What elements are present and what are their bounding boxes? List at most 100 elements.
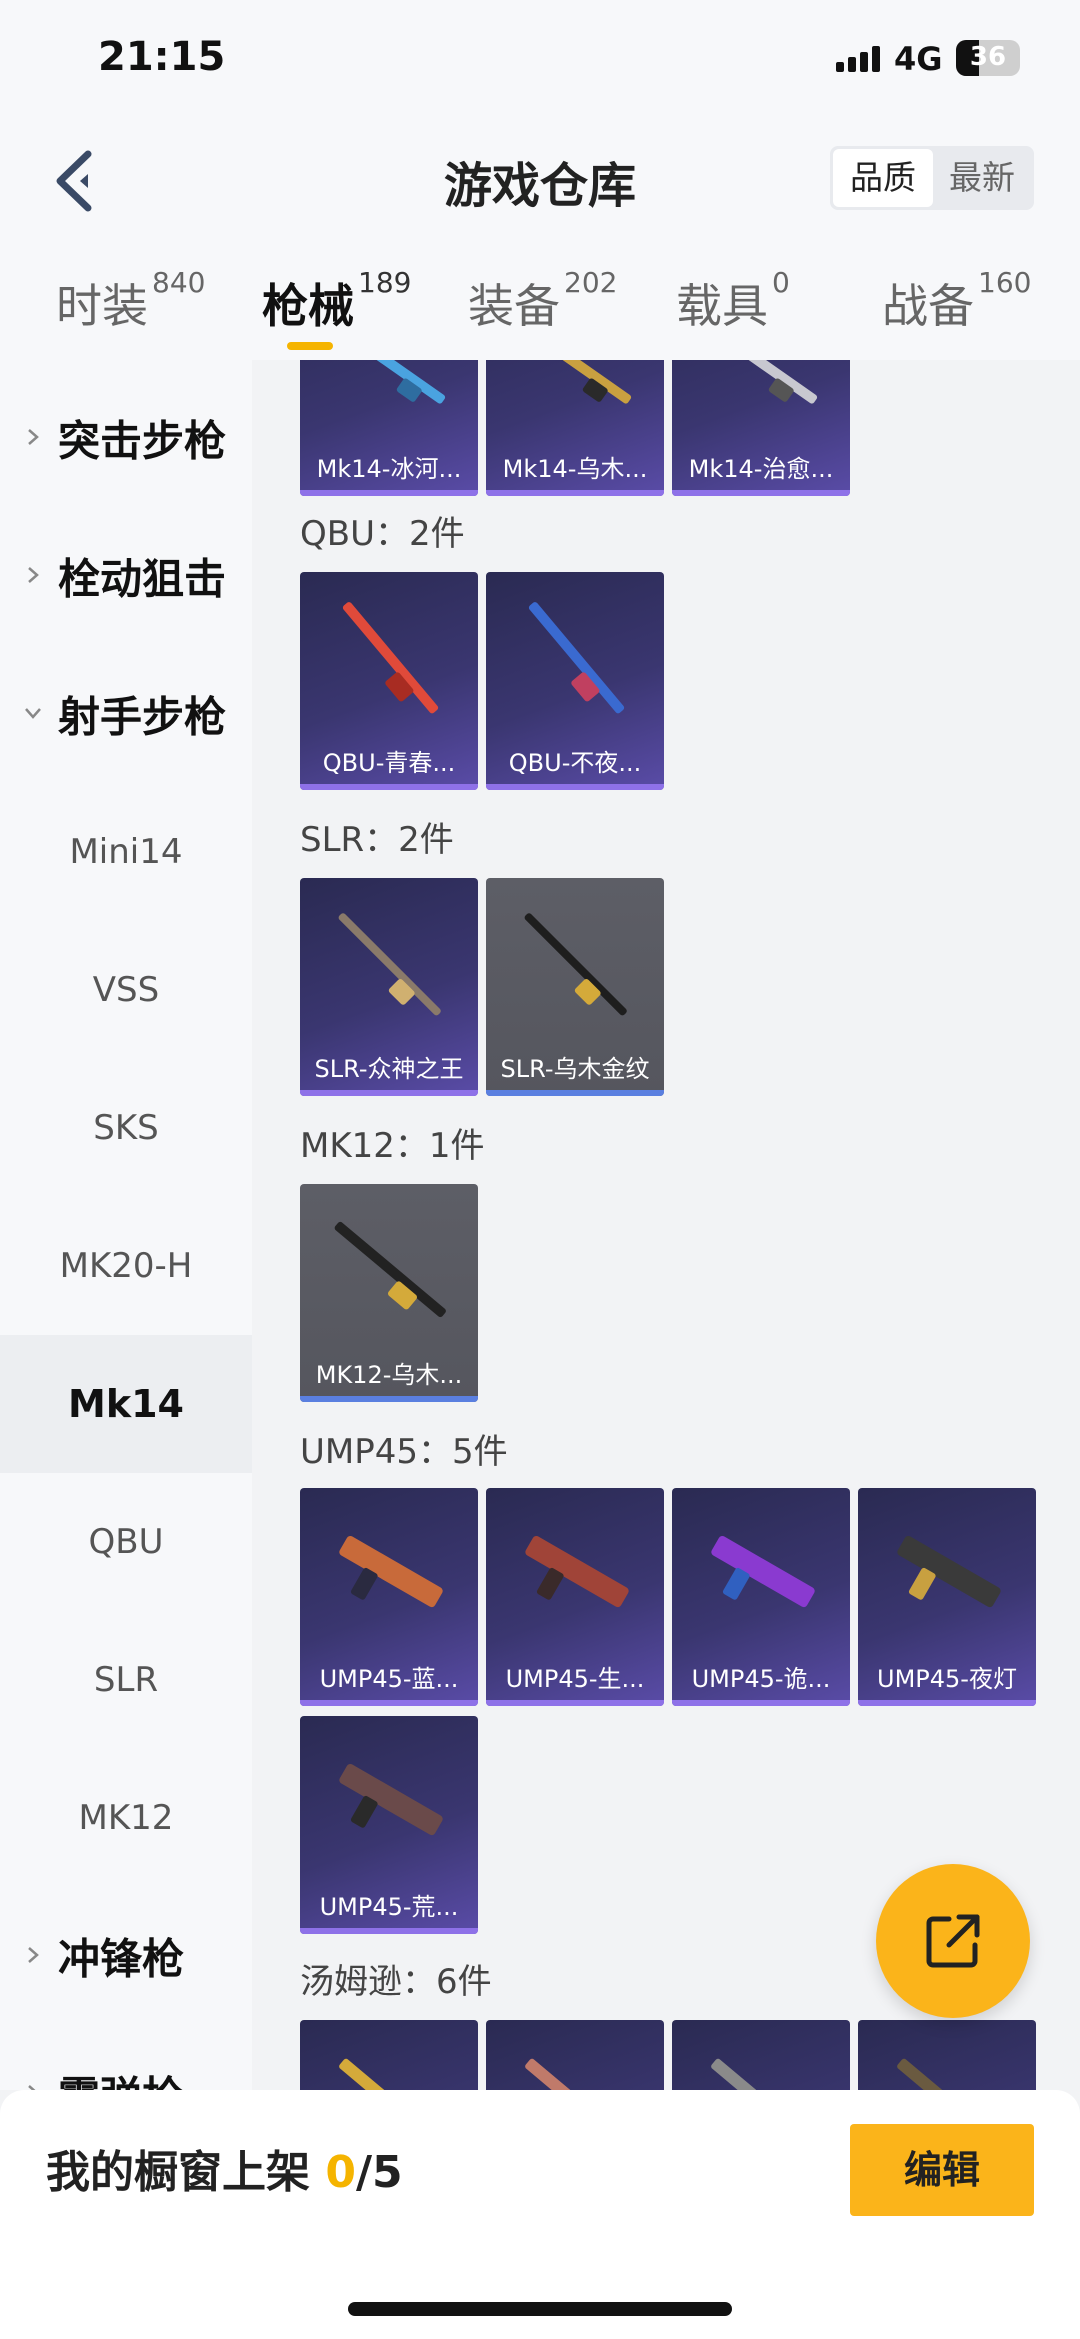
item-card[interactable]: UMP45-夜灯 [858, 1488, 1036, 1706]
item-card[interactable]: SLR-众神之王 [300, 878, 478, 1096]
item-card[interactable]: QBU-不夜... [486, 572, 664, 790]
sidebar-item-label: 射手步枪 [58, 692, 227, 742]
sidebar-item-label: 突击步枪 [58, 416, 227, 466]
item-card[interactable]: UMP45-诡... [672, 1488, 850, 1706]
status-time: 21:15 [98, 34, 226, 80]
sidebar-item-bolt-snipers[interactable]: 栓动狙击 [0, 507, 252, 645]
section-title-slr: SLR：2件 [300, 820, 454, 860]
item-card[interactable] [300, 2020, 478, 2090]
item-grid: Mk14-冰河... Mk14-乌木... Mk14-治愈... QBU：2件 … [252, 360, 1080, 2090]
item-card[interactable]: UMP45-生... [486, 1488, 664, 1706]
item-name: MK12-乌木... [315, 1361, 463, 1389]
sidebar-item-label: QBU [88, 1522, 164, 1562]
sidebar-subitem-mk20h[interactable]: MK20-H [0, 1197, 252, 1335]
sidebar-subitem-mini14[interactable]: Mini14 [0, 783, 252, 921]
item-card[interactable] [672, 2020, 850, 2090]
edit-button[interactable]: 编辑 [850, 2124, 1034, 2216]
sidebar-item-smg[interactable]: 冲锋枪 [0, 1887, 252, 2025]
sidebar-item-label: SKS [93, 1108, 159, 1148]
smg-icon [525, 2058, 630, 2090]
section-title-mk12: MK12：1件 [300, 1126, 485, 1166]
tab-vehicles[interactable]: 载具 0 [676, 266, 790, 336]
tab-count: 840 [152, 266, 206, 299]
smg-icon [339, 1535, 443, 1608]
tab-fashion[interactable]: 时装 840 [56, 266, 205, 336]
rifle-icon [342, 602, 439, 714]
sidebar-item-shotgun[interactable]: 霰弹枪 [0, 2025, 252, 2090]
smg-icon [711, 1535, 815, 1608]
showcase-current: 0 [325, 2147, 356, 2198]
item-name: UMP45-蓝... [319, 1665, 459, 1693]
item-card[interactable]: MK12-乌木... [300, 1184, 478, 1402]
item-card[interactable]: UMP45-蓝... [300, 1488, 478, 1706]
sort-toggle: 品质 最新 [830, 146, 1034, 210]
item-name: SLR-乌木金纹 [500, 1055, 650, 1083]
tab-equipment[interactable]: 装备 202 [468, 266, 617, 336]
sidebar-subitem-vss[interactable]: VSS [0, 921, 252, 1059]
item-name: SLR-众神之王 [314, 1055, 464, 1083]
status-bar: 21:15 4G 36 [0, 0, 1080, 120]
smg-icon [897, 1535, 1001, 1608]
smg-icon [525, 1535, 629, 1608]
item-card[interactable] [486, 2020, 664, 2090]
item-card[interactable]: Mk14-治愈... [672, 360, 850, 496]
item-card[interactable]: SLR-乌木金纹 [486, 878, 664, 1096]
sidebar-subitem-mk12[interactable]: MK12 [0, 1749, 252, 1887]
rifle-icon [521, 360, 632, 404]
signal-icon [836, 46, 880, 72]
item-name: QBU-不夜... [508, 749, 642, 777]
showcase-status: 我的橱窗上架 0/5 [46, 2136, 403, 2200]
item-card[interactable]: Mk14-乌木... [486, 360, 664, 496]
tab-count: 189 [358, 266, 412, 299]
sidebar-subitem-qbu[interactable]: QBU [0, 1473, 252, 1611]
item-name: QBU-青春... [322, 749, 456, 777]
rifle-icon [338, 913, 441, 1016]
sort-newest-button[interactable]: 最新 [932, 146, 1032, 210]
tab-label: 枪械 [262, 279, 354, 333]
sidebar-subitem-sks[interactable]: SKS [0, 1059, 252, 1197]
chevron-right-icon [28, 567, 39, 583]
sidebar-item-label: 霰弹枪 [58, 2064, 184, 2091]
sidebar-item-label: Mini14 [69, 832, 183, 872]
network-type: 4G [894, 40, 943, 78]
tab-firearms[interactable]: 枪械 189 [262, 266, 411, 336]
item-name: UMP45-生... [505, 1665, 645, 1693]
tab-count: 202 [564, 266, 618, 299]
sidebar-subitem-mk14[interactable]: Mk14 [0, 1335, 252, 1473]
chevron-right-icon [28, 1947, 39, 1963]
share-button[interactable] [876, 1864, 1030, 2018]
smg-icon [897, 2058, 1002, 2090]
section-title-ump45: UMP45：5件 [300, 1432, 508, 1472]
sidebar-item-label: 栓动狙击 [58, 554, 227, 604]
smg-icon [339, 1763, 443, 1836]
sidebar-item-label: Mk14 [68, 1382, 184, 1426]
item-card[interactable]: UMP45-荒... [300, 1716, 478, 1934]
sidebar-item-label: MK12 [78, 1798, 174, 1838]
rifle-icon [707, 360, 818, 404]
rifle-icon [524, 913, 627, 1016]
sidebar-item-label: VSS [92, 970, 160, 1010]
sidebar: 突击步枪 栓动狙击 射手步枪 Mini14 VSS SKS MK20-H Mk1… [0, 360, 252, 2090]
chevron-down-icon [25, 708, 41, 719]
section-title-qbu: QBU：2件 [300, 514, 465, 554]
share-icon [926, 1914, 980, 1968]
tab-supplies[interactable]: 战备 160 [882, 266, 1031, 336]
active-tab-indicator [287, 342, 333, 350]
sidebar-item-label: 冲锋枪 [58, 1934, 185, 1984]
battery-icon: 36 [956, 40, 1020, 76]
item-card[interactable]: QBU-青春... [300, 572, 478, 790]
sidebar-item-assault-rifles[interactable]: 突击步枪 [0, 369, 252, 507]
tab-count: 160 [978, 266, 1032, 299]
sidebar-subitem-slr[interactable]: SLR [0, 1611, 252, 1749]
smg-icon [711, 2058, 816, 2090]
sidebar-item-dmr[interactable]: 射手步枪 [0, 645, 252, 783]
item-card[interactable]: Mk14-冰河... [300, 360, 478, 496]
battery-level: 36 [969, 42, 1007, 72]
item-name: Mk14-乌木... [502, 455, 648, 483]
tab-label: 时装 [56, 279, 148, 333]
tab-label: 装备 [468, 279, 560, 333]
sidebar-item-label: SLR [93, 1660, 159, 1700]
item-card[interactable] [858, 2020, 1036, 2090]
showcase-total: /5 [355, 2147, 403, 2198]
sort-quality-button[interactable]: 品质 [833, 149, 933, 207]
